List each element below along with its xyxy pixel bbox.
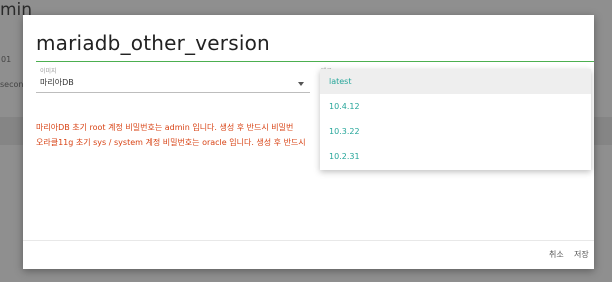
tag-dropdown-menu: latest 10.4.12 10.3.22 10.2.31 (320, 69, 591, 170)
name-input[interactable]: mariadb_other_version (36, 29, 594, 62)
tag-option-10-4-12[interactable]: 10.4.12 (320, 94, 591, 119)
name-input-value: mariadb_other_version (36, 31, 270, 55)
tag-option-label: 10.2.31 (329, 152, 360, 161)
notice-oracle-password: 오라클11g 초기 sys / system 계정 비밀번호는 oracle 입… (36, 138, 306, 147)
tag-option-label: 10.3.22 (329, 127, 360, 136)
tag-option-latest[interactable]: latest (320, 69, 591, 94)
footer-divider (23, 240, 594, 241)
tag-option-label: 10.4.12 (329, 102, 360, 111)
save-button[interactable]: 저장 (574, 249, 589, 260)
tag-option-label: latest (329, 77, 352, 86)
image-select-value: 마리아DB (40, 78, 74, 87)
screen: min 01 secon mariadb_other_version 이미지 마… (0, 0, 612, 282)
tag-option-10-2-31[interactable]: 10.2.31 (320, 144, 591, 169)
notice-mariadb-password: 마리아DB 초기 root 계정 비밀번호는 admin 입니다. 생성 후 반… (36, 123, 294, 132)
image-select[interactable]: 마리아DB (36, 74, 310, 93)
cancel-button[interactable]: 취소 (549, 249, 564, 260)
tag-option-10-3-22[interactable]: 10.3.22 (320, 119, 591, 144)
dropdown-arrow-icon (298, 82, 304, 86)
background-seconds-label: secon (0, 80, 24, 89)
create-dialog: mariadb_other_version 이미지 마리아DB 태그 마리아DB… (23, 15, 594, 269)
background-number: 01 (1, 55, 12, 64)
